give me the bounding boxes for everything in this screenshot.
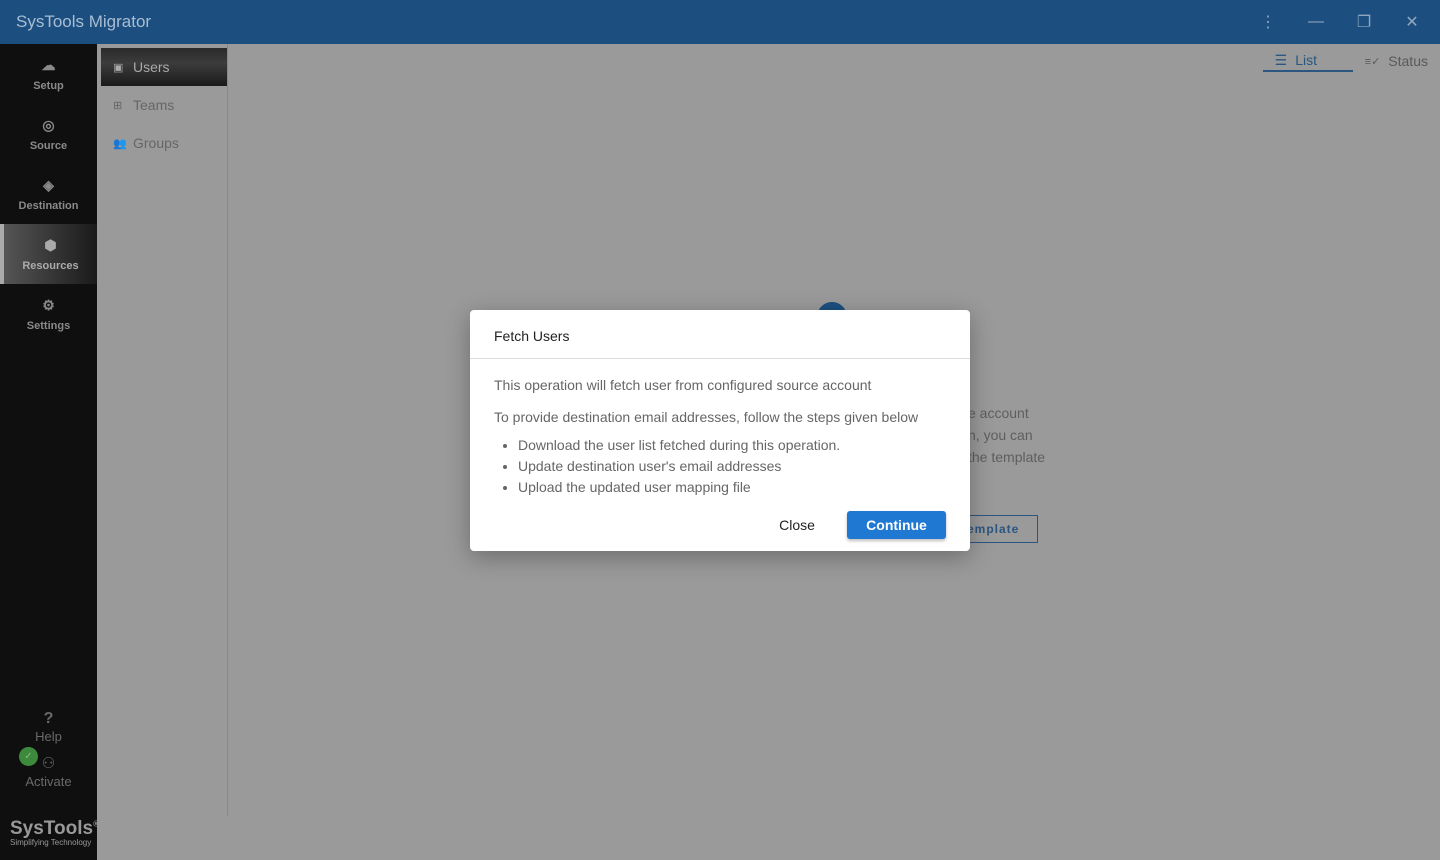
- close-button[interactable]: Close: [762, 511, 832, 539]
- teams-icon: ⊞: [113, 99, 123, 112]
- step-item: Download the user list fetched during th…: [518, 435, 946, 456]
- nav-label: Settings: [26, 319, 71, 332]
- logo-name: SysTools: [10, 818, 94, 839]
- subnav-label: Users: [133, 59, 170, 75]
- dialog-text: To provide destination email addresses, …: [494, 409, 919, 425]
- award-icon: ⚇: [41, 755, 56, 772]
- help-link[interactable]: Help: [0, 729, 97, 744]
- tab-status[interactable]: ≡✓ Status: [1353, 50, 1440, 72]
- nav-label: Setup: [33, 79, 64, 92]
- systools-logo: SysTools® Simplifying Technology: [10, 818, 99, 847]
- help-icon[interactable]: ?: [0, 710, 97, 728]
- subnav-users[interactable]: ▣ Users: [101, 48, 227, 86]
- activate-link[interactable]: Activate: [0, 774, 97, 789]
- nav-destination[interactable]: ◈ Destination: [0, 164, 97, 224]
- steps-list: Download the user list fetched during th…: [494, 435, 946, 498]
- template-button[interactable]: emplate: [960, 515, 1038, 543]
- dialog-title: Fetch Users: [470, 310, 970, 359]
- background-text: e account: [968, 405, 1029, 421]
- cube-icon: ⬢: [44, 236, 57, 253]
- minimize-button[interactable]: —: [1292, 0, 1340, 44]
- groups-icon: 👥: [113, 137, 127, 150]
- nav-source[interactable]: ◎ Source: [0, 104, 97, 164]
- background-text: the template: [968, 449, 1046, 465]
- source-icon: ◎: [42, 116, 55, 133]
- step-item: Update destination user's email addresse…: [518, 456, 946, 477]
- subnav-groups[interactable]: 👥 Groups: [101, 124, 227, 162]
- tab-label: Status: [1388, 53, 1428, 69]
- tab-label: List: [1295, 52, 1318, 68]
- logo-reg: ®: [93, 819, 99, 829]
- nav-setup[interactable]: ☁ Setup: [0, 44, 97, 104]
- view-tabs: ☰ List ≡✓ Status: [1262, 50, 1440, 72]
- nav-label: Resources: [22, 259, 79, 272]
- background-text: n, you can: [968, 427, 1033, 443]
- title-bar: SysTools Migrator ⋮ — ❐ ✕: [0, 0, 1440, 44]
- subnav-teams[interactable]: ⊞ Teams: [101, 86, 227, 124]
- app-title: SysTools Migrator: [16, 12, 152, 31]
- resource-subnav: ▣ Users ⊞ Teams 👥 Groups: [97, 44, 228, 816]
- status-icon: ≡✓: [1364, 55, 1381, 68]
- nav-label: Source: [29, 139, 68, 152]
- nav-settings[interactable]: ⚙ Settings: [0, 284, 97, 344]
- continue-button[interactable]: Continue: [847, 511, 946, 539]
- gear-icon: ⚙: [42, 296, 55, 313]
- restore-button[interactable]: ❐: [1340, 0, 1388, 44]
- nav-label: Destination: [18, 199, 79, 212]
- close-window-button[interactable]: ✕: [1388, 0, 1436, 44]
- subnav-label: Groups: [133, 135, 179, 151]
- step-item: Upload the updated user mapping file: [518, 477, 946, 498]
- list-icon: ☰: [1274, 51, 1288, 68]
- cloud-icon: ☁: [41, 56, 56, 73]
- more-menu-icon[interactable]: ⋮: [1244, 0, 1292, 44]
- dialog-text: This operation will fetch user from conf…: [494, 377, 872, 393]
- destination-icon: ◈: [43, 176, 54, 193]
- nav-resources[interactable]: ⬢ Resources: [0, 224, 97, 284]
- subnav-label: Teams: [133, 97, 175, 113]
- user-card-icon: ▣: [113, 61, 124, 74]
- tab-list[interactable]: ☰ List: [1262, 50, 1353, 72]
- logo-tagline: Simplifying Technology: [10, 838, 92, 847]
